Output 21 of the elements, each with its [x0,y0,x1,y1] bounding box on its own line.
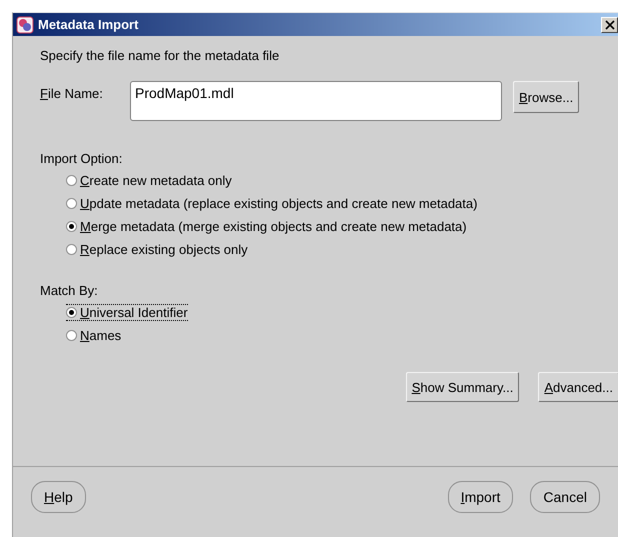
browse-button[interactable]: Browse... [513,81,580,113]
radio-option[interactable]: Update metadata (replace existing objects and create new metadata) [66,195,478,212]
dialog-button[interactable]: Import [448,481,514,513]
radio-option[interactable]: Universal Identifier [66,304,188,321]
radio-option[interactable]: Names [66,327,122,344]
instruction-text: Specify the file name for the metadata file [40,48,280,63]
close-button[interactable] [601,16,618,32]
app-icon [16,16,34,34]
close-icon [604,20,614,30]
window-title: Metadata Import [38,17,140,32]
dialog-button[interactable]: Cancel [530,481,600,513]
radio-option[interactable]: Merge metadata (merge existing objects and create new metadata) [66,218,467,235]
dialog-button[interactable]: Show Summary... [406,372,520,402]
file-name-field[interactable]: ProdMap01.mdl [130,81,502,121]
help-button[interactable]: Help [31,481,86,513]
file-name-label: File Name: [40,85,104,101]
radio-option[interactable]: Replace existing objects only [66,241,248,258]
radio-option[interactable]: Create new metadata only [66,172,232,189]
import-option-label: Import Option: [40,151,124,166]
dialog-button[interactable]: Advanced... [538,372,618,402]
match-by-label: Match By: [40,283,99,298]
